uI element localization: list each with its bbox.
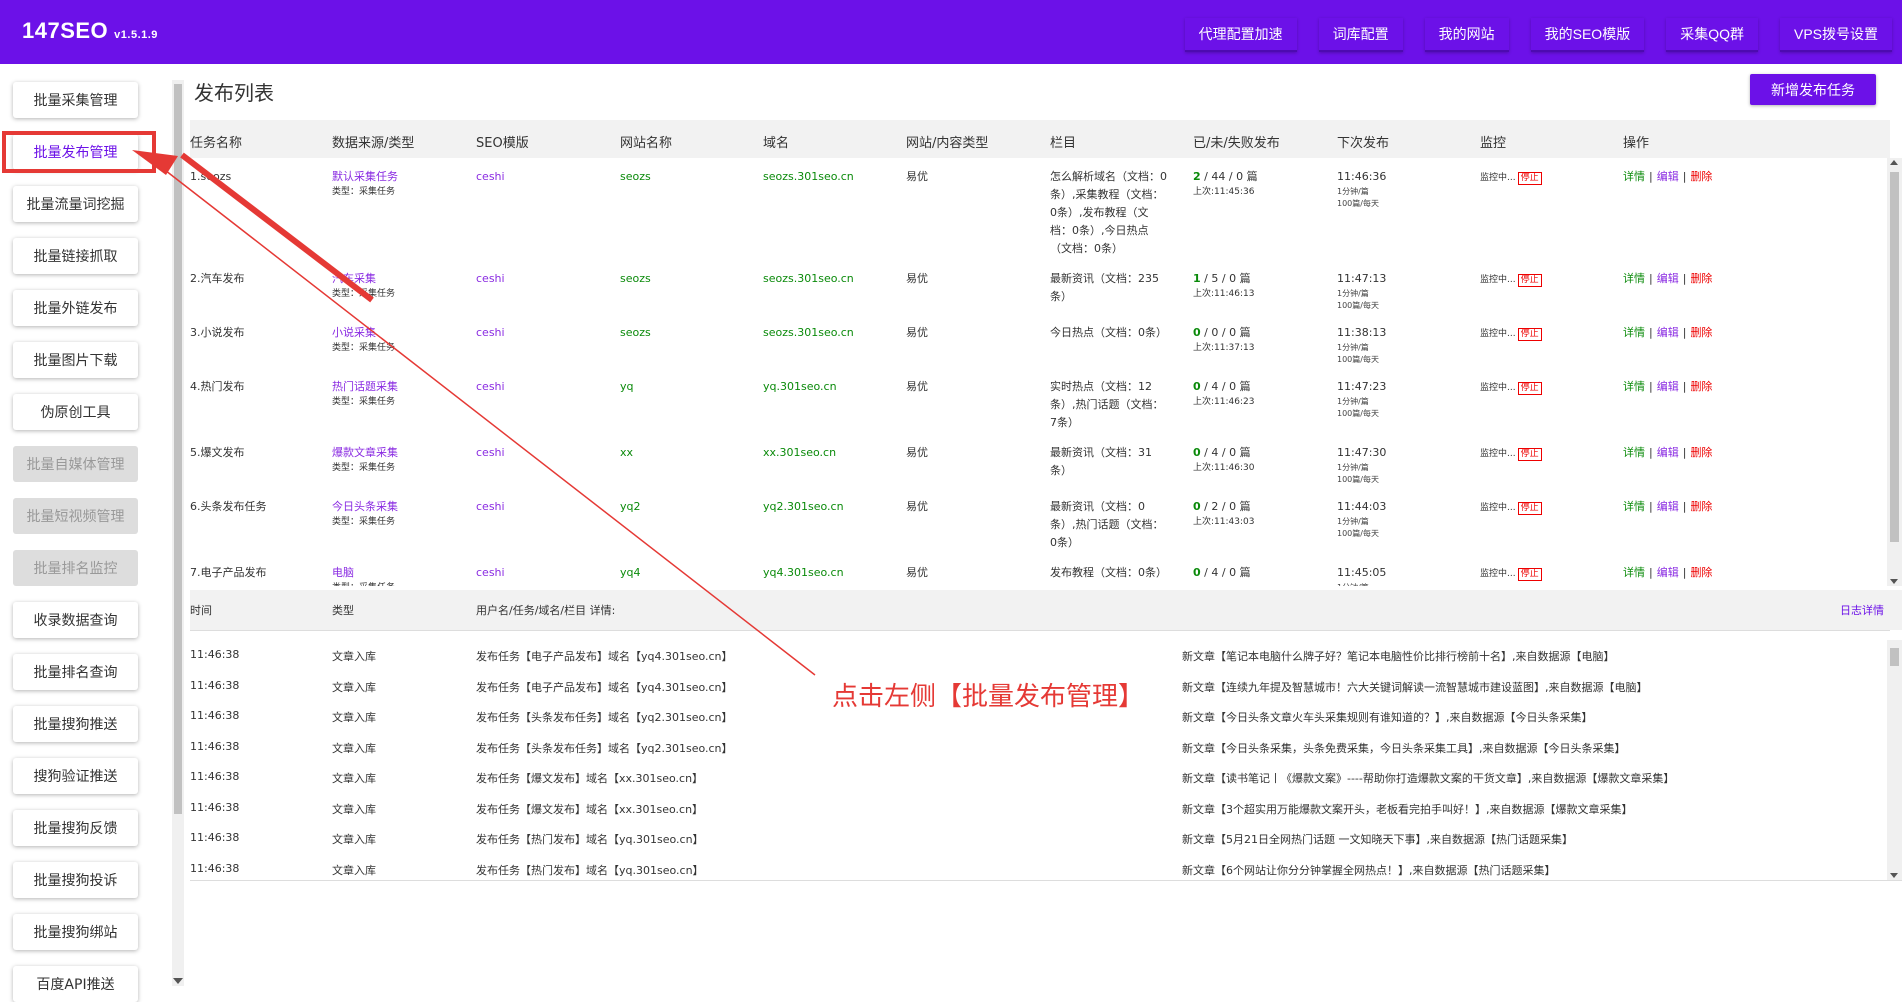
- annotation-arrow-icon: [132, 150, 816, 676]
- annotation-highlight-box: [2, 131, 156, 173]
- annotation-text: 点击左侧【批量发布管理】: [832, 682, 1145, 712]
